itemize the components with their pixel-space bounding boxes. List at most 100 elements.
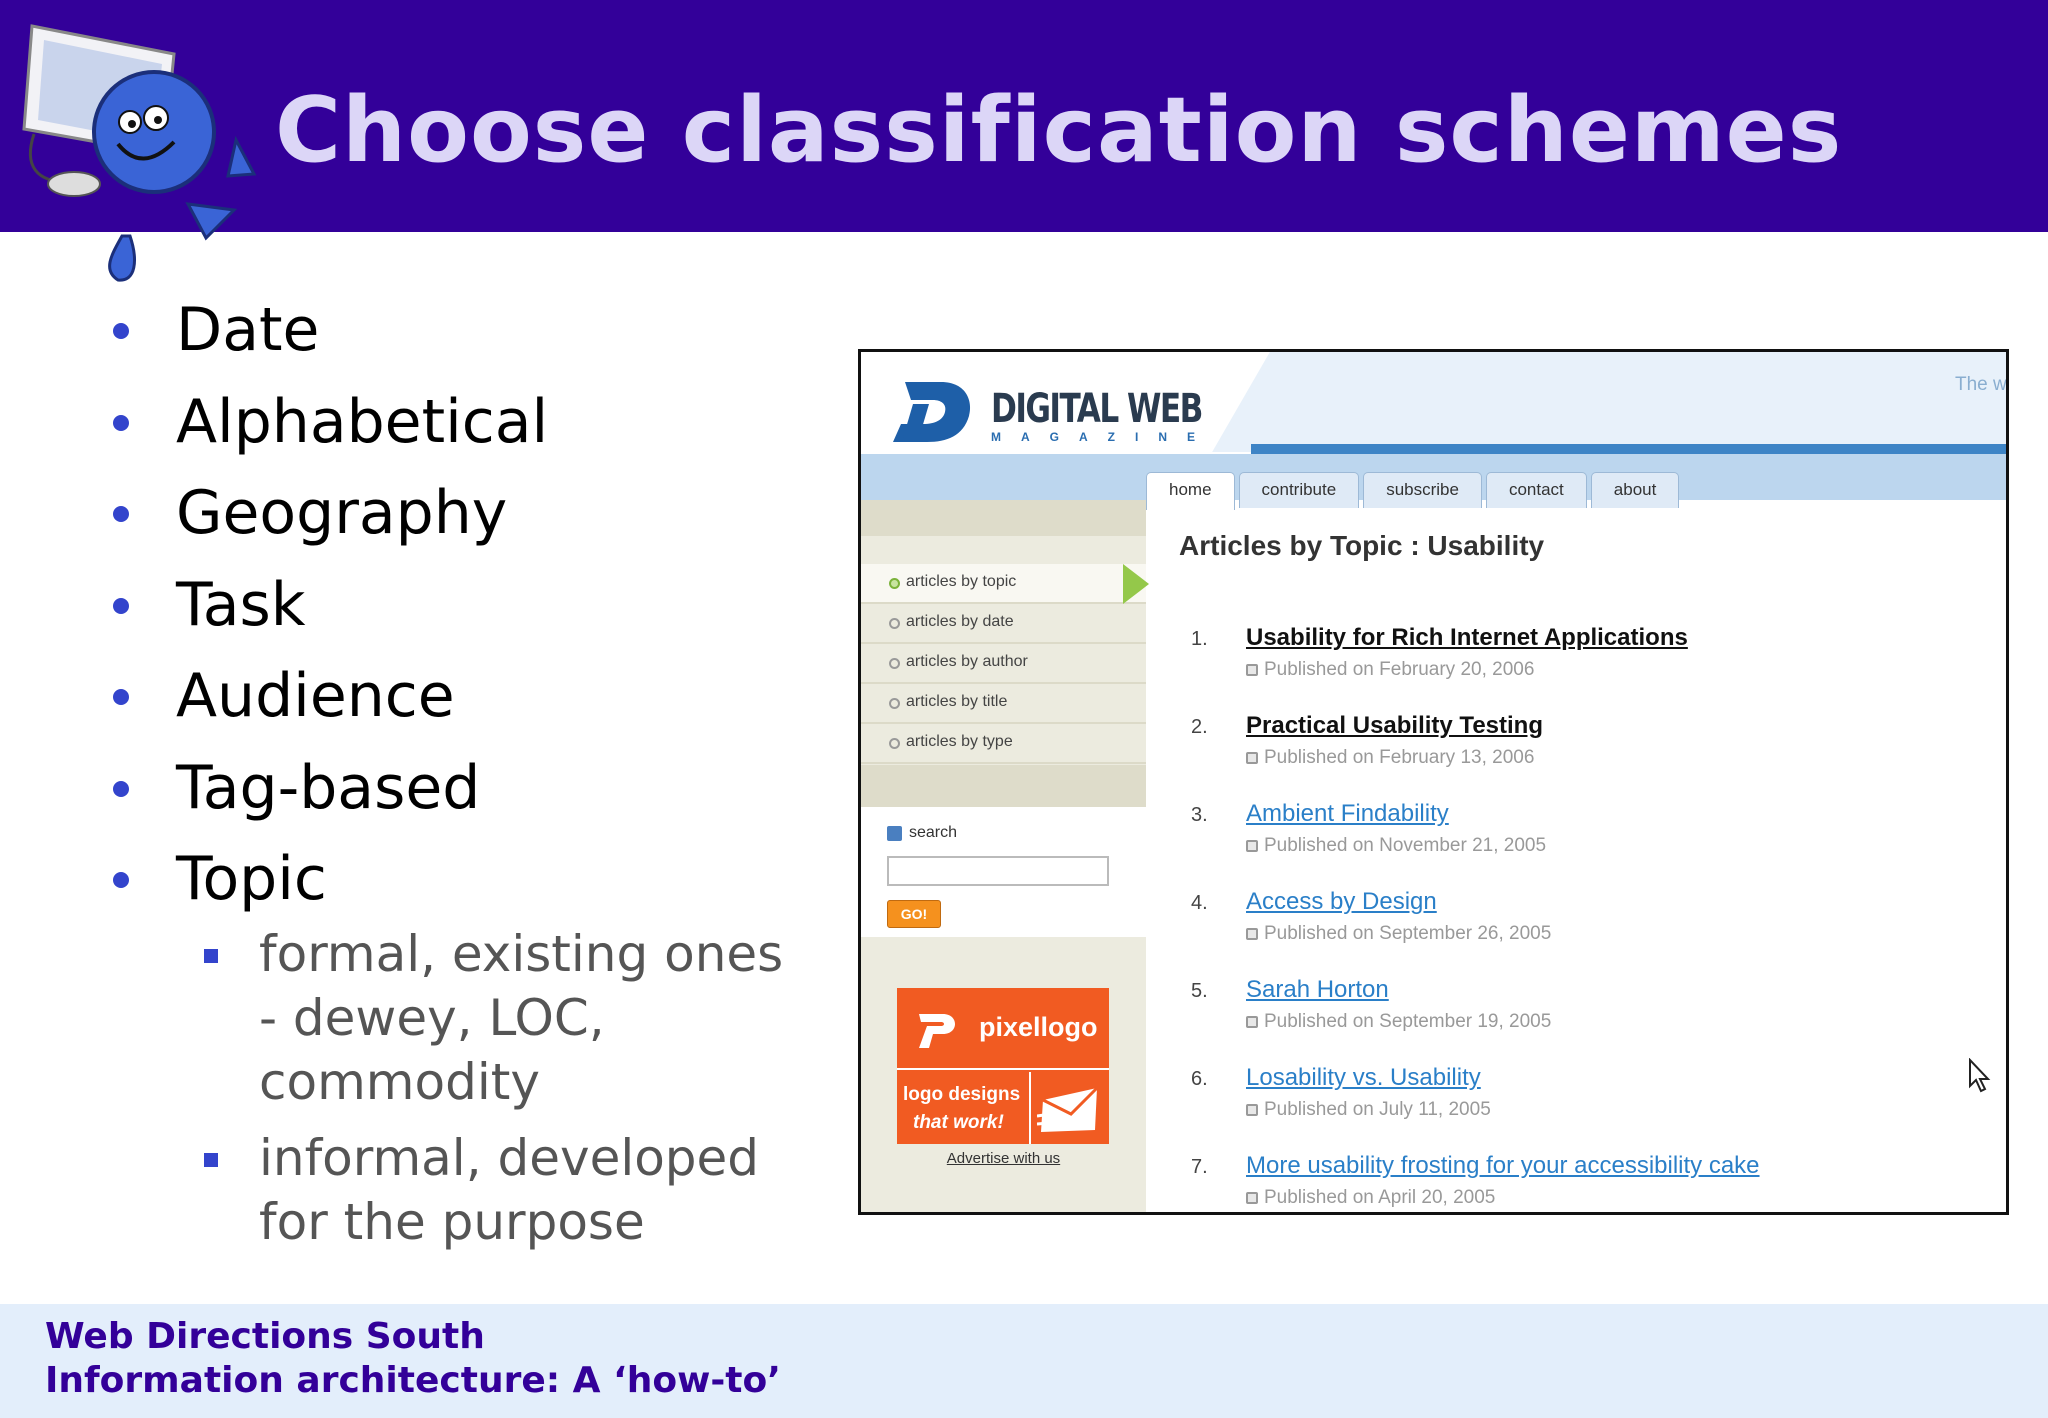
tab-contact[interactable]: contact xyxy=(1485,472,1587,508)
bullet-item: Task xyxy=(100,560,800,652)
article-date-text: Published on September 19, 2005 xyxy=(1264,1011,1552,1032)
bullet-item: Audience xyxy=(100,651,800,743)
bullet-dot-icon xyxy=(113,780,129,797)
slide-footer: Web Directions South Information archite… xyxy=(0,1304,2048,1418)
sidebar-item-title[interactable]: articles by title xyxy=(861,684,1146,724)
sidebar-item-type[interactable]: articles by type xyxy=(861,724,1146,764)
bullet-item: Alphabetical xyxy=(100,377,800,469)
article-list: 1. Usability for Rich Internet Applicati… xyxy=(1191,622,1991,1212)
advertise-link[interactable]: Advertise with us xyxy=(861,1150,1146,1167)
bullet-icon xyxy=(889,738,900,749)
go-button[interactable]: GO! xyxy=(887,900,941,928)
date-bullet-icon xyxy=(1246,752,1258,764)
sidebar-item-topic[interactable]: articles by topic xyxy=(861,564,1146,604)
ad-divider xyxy=(1029,1072,1031,1144)
bullet-text: Topic xyxy=(176,844,327,914)
article-link[interactable]: Usability for Rich Internet Applications xyxy=(1246,622,1991,652)
sub-bullet-item: formal, existing ones - dewey, LOC, comm… xyxy=(200,922,800,1114)
sidebar-item-label: articles by type xyxy=(906,733,1013,750)
tab-subscribe[interactable]: subscribe xyxy=(1363,472,1482,508)
bullet-dot-icon xyxy=(113,689,129,705)
sidebar-band xyxy=(861,765,1146,807)
article-date: Published on July 11, 2005 xyxy=(1246,1099,1991,1121)
square-bullet-icon xyxy=(204,949,218,963)
article-number: 7. xyxy=(1191,1156,1208,1178)
bullet-item: Topic xyxy=(100,834,800,926)
sidebar-item-date[interactable]: articles by date xyxy=(861,604,1146,644)
sub-bullet-list: formal, existing ones - dewey, LOC, comm… xyxy=(200,922,800,1266)
article-date: Published on February 13, 2006 xyxy=(1246,747,1991,769)
bullet-item: Geography xyxy=(100,468,800,560)
list-item: 2. Practical Usability Testing Published… xyxy=(1191,710,1991,798)
article-link[interactable]: Sarah Horton xyxy=(1246,974,1991,1004)
bullet-dot-icon xyxy=(113,414,129,431)
slide-title: Choose classification schemes xyxy=(275,78,1843,183)
sidebar-item-label: articles by topic xyxy=(906,573,1017,590)
website-screenshot: The w DIGITAL WEB MAGAZINE home contribu… xyxy=(858,349,2009,1215)
article-link[interactable]: Practical Usability Testing xyxy=(1246,710,1991,740)
list-item: 4. Access by Design Published on Septemb… xyxy=(1191,886,1991,974)
article-date-text: Published on February 13, 2006 xyxy=(1264,747,1535,768)
bullet-item: Date xyxy=(100,285,800,377)
bullet-icon xyxy=(889,698,900,709)
bullet-text: Tag-based xyxy=(176,752,481,823)
article-date: Published on November 21, 2005 xyxy=(1246,835,1991,857)
article-date-text: Published on July 11, 2005 xyxy=(1264,1099,1491,1120)
date-bullet-icon xyxy=(1246,1016,1258,1028)
sidebar-item-label: articles by title xyxy=(906,693,1008,710)
mouse-cursor-icon xyxy=(1969,1058,1991,1093)
tab-about[interactable]: about xyxy=(1590,472,1680,508)
square-bullet-icon xyxy=(204,1153,218,1167)
bullet-text: Task xyxy=(176,569,306,640)
article-link[interactable]: More usability frosting for your accessi… xyxy=(1246,1150,1991,1180)
computer-mascot-icon xyxy=(22,24,257,282)
bullet-text: Alphabetical xyxy=(176,386,549,457)
sub-bullet-text: formal, existing ones - dewey, LOC, comm… xyxy=(259,925,784,1111)
list-item: 1. Usability for Rich Internet Applicati… xyxy=(1191,622,1991,710)
ad-line2: that work! xyxy=(913,1112,1004,1133)
bullet-dot-icon xyxy=(113,597,129,614)
article-date: Published on September 26, 2005 xyxy=(1246,923,1991,945)
list-item: 5. Sarah Horton Published on September 1… xyxy=(1191,974,1991,1062)
article-date: Published on February 20, 2006 xyxy=(1246,659,1991,681)
date-bullet-icon xyxy=(1246,1104,1258,1116)
bullet-icon xyxy=(889,658,900,669)
sub-bullet-item: informal, developed for the purpose xyxy=(200,1126,800,1254)
article-link[interactable]: Ambient Findability xyxy=(1246,798,1991,828)
list-item: 6. Losability vs. Usability Published on… xyxy=(1191,1062,1991,1150)
sidebar-item-author[interactable]: articles by author xyxy=(861,644,1146,684)
search-icon xyxy=(887,826,902,841)
date-bullet-icon xyxy=(1246,928,1258,940)
article-date-text: Published on September 26, 2005 xyxy=(1264,923,1552,944)
article-date-text: Published on February 20, 2006 xyxy=(1264,659,1535,680)
bullet-icon xyxy=(889,618,900,629)
article-link[interactable]: Losability vs. Usability xyxy=(1246,1062,1991,1092)
bullet-icon xyxy=(889,578,900,589)
pixellogo-p-icon xyxy=(919,1014,955,1048)
footer-event: Web Directions South xyxy=(45,1316,485,1357)
digital-web-logo-icon xyxy=(893,382,971,442)
envelope-icon xyxy=(1037,1086,1099,1132)
date-bullet-icon xyxy=(1246,840,1258,852)
article-date-text: Published on November 21, 2005 xyxy=(1264,835,1547,856)
article-date: Published on April 20, 2005 xyxy=(1246,1187,1991,1209)
bullet-dot-icon xyxy=(113,506,129,522)
article-date: Published on September 19, 2005 xyxy=(1246,1011,1991,1033)
active-arrow-icon xyxy=(1123,564,1149,604)
article-number: 5. xyxy=(1191,980,1208,1002)
article-number: 4. xyxy=(1191,892,1208,914)
bullet-dot-icon xyxy=(113,872,129,888)
bullet-text: Date xyxy=(176,295,320,365)
tab-home[interactable]: home xyxy=(1146,472,1235,510)
article-link[interactable]: Access by Design xyxy=(1246,886,1991,916)
list-item: 3. Ambient Findability Published on Nove… xyxy=(1191,798,1991,886)
search-input[interactable] xyxy=(887,856,1109,886)
tab-contribute[interactable]: contribute xyxy=(1238,472,1360,508)
header-swoop xyxy=(1212,352,2006,452)
search-label: search xyxy=(909,824,958,841)
sub-bullet-text: informal, developed for the purpose xyxy=(259,1129,760,1251)
bullet-text: Geography xyxy=(176,478,508,548)
article-date-text: Published on April 20, 2005 xyxy=(1264,1187,1496,1208)
pixellogo-ad[interactable]: pixellogo logo designs that work! xyxy=(897,988,1109,1144)
list-item: 7. More usability frosting for your acce… xyxy=(1191,1150,1991,1212)
